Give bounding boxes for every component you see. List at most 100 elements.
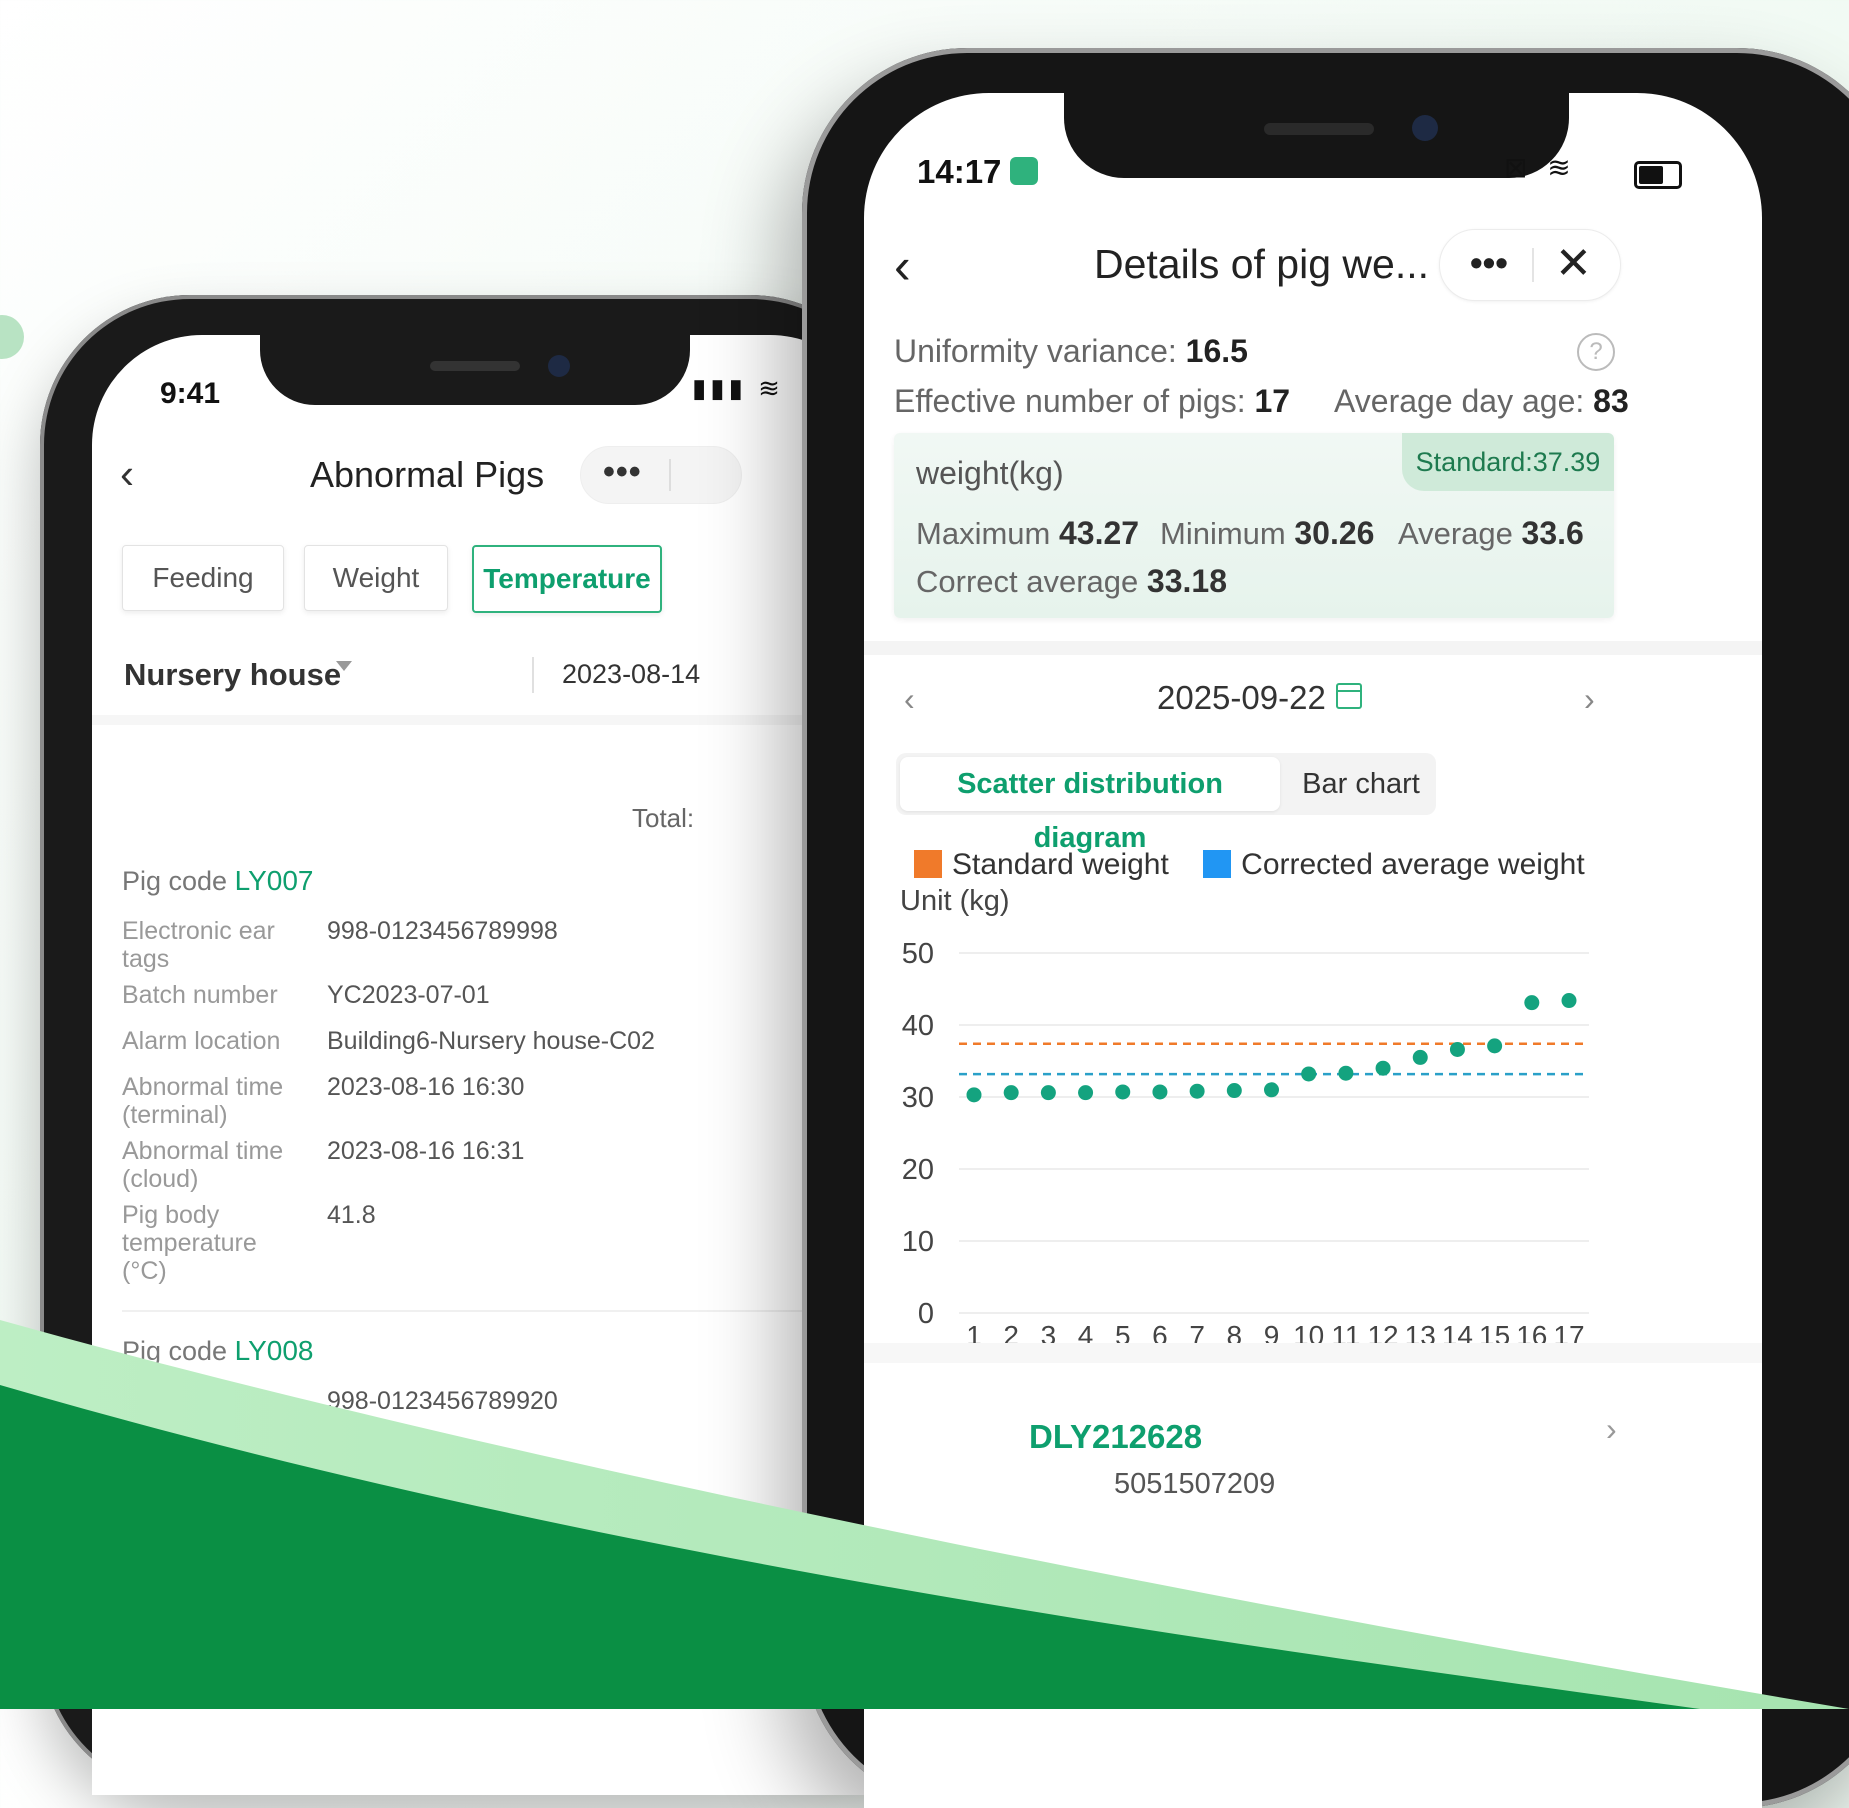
phone-weight-details: 14:17 ⊠ ≋ ‹ Details of pig we... ••• ✕ U… <box>802 48 1849 1808</box>
close-icon[interactable]: ✕ <box>1555 238 1592 289</box>
x-tick-label: 12 <box>1367 1320 1398 1343</box>
date-selector[interactable]: 2023-08-14 <box>562 659 700 690</box>
list-section: DLY212628 › 5051507209 <box>864 1343 1762 1663</box>
field-temperature: Pig body temperature (°C) 41.8 <box>122 1201 376 1285</box>
field-label: Abnormal time (terminal) <box>122 1073 284 1129</box>
calendar-icon[interactable] <box>1336 683 1362 709</box>
y-tick-label: 10 <box>902 1226 934 1258</box>
legend-swatch-standard <box>914 850 942 878</box>
scatter-point <box>966 1087 982 1103</box>
scatter-point <box>1301 1066 1317 1082</box>
capsule-divider <box>669 459 671 491</box>
field-location: house-C02 <box>122 1493 604 1531</box>
scatter-point <box>1449 1041 1465 1057</box>
y-tick-label: 30 <box>902 1082 934 1114</box>
field-value: 2023-08-16 16:31 <box>327 1137 525 1165</box>
card-row-avg: Average 33.6 <box>1398 515 1584 552</box>
chart-type-toggle: Scatter distribution diagram Bar chart <box>896 753 1436 854</box>
max-label: Maximum <box>916 516 1051 551</box>
list-item[interactable]: Pig code LY008 Electronic ear 998-012345… <box>122 1335 604 1531</box>
menu-capsule[interactable]: ••• <box>580 446 742 504</box>
caret-down-icon[interactable] <box>336 661 352 671</box>
pig-code-label: Pig code <box>122 866 228 896</box>
phone-left-screen: 9:41 ▮▮▮ ≋ ‹ Abnormal Pigs ••• Feeding W… <box>92 335 880 1795</box>
house-selector[interactable]: Nursery house <box>124 657 341 693</box>
capsule-divider <box>1532 248 1534 282</box>
field-batch: 20230702 <box>122 1447 448 1485</box>
field-label: Electronic ear <box>122 1387 275 1415</box>
field-label: Abnormal time (cloud) <box>122 1137 284 1193</box>
field-batch: Batch number YC2023-07-01 <box>122 981 490 1019</box>
tab-feeding[interactable]: Feeding <box>122 545 284 611</box>
back-icon[interactable]: ‹ <box>120 450 134 498</box>
filter-divider <box>532 657 534 693</box>
chevron-left-icon[interactable]: ‹ <box>904 681 915 718</box>
scatter-chart: Unit (kg) 0 10 20 30 40 50 1 2 3 4 5 6 7 8 9 10 11 12 13 14 1… <box>864 883 1664 1343</box>
field-value: 998-0123456789920 <box>327 1387 558 1415</box>
field-value: 20230702 <box>337 1447 449 1475</box>
avg-age-label: Average day age: <box>1334 383 1585 419</box>
pig-code-value: DLY212628 <box>1029 1418 1203 1455</box>
scatter-chart-svg: Unit (kg)010203040501 2 3 4 5 6 7 8 9 10 11 12 13 14 1… <box>900 885 1589 1343</box>
card-row-correct-avg: Correct average 33.18 <box>916 563 1227 600</box>
field-value: house-C02 <box>482 1493 605 1521</box>
current-date[interactable]: 2025-09-22 <box>1157 679 1326 717</box>
camera <box>548 355 570 377</box>
y-unit-label: Unit (kg) <box>900 885 1010 917</box>
card-title: weight(kg) <box>916 455 1064 491</box>
list-item[interactable]: DLY212628 › 5051507209 <box>864 1363 1762 1663</box>
x-tick-label: 8 <box>1227 1320 1243 1343</box>
nav-header: ‹ Details of pig we... ••• ✕ <box>864 223 1762 303</box>
weight-summary-card: weight(kg) Standard:37.39 Maximum 43.27 … <box>894 433 1614 618</box>
effective-label: Effective number of pigs: <box>894 383 1246 419</box>
field-value: 2023-08-16 16:30 <box>327 1073 525 1101</box>
menu-capsule[interactable]: ••• ✕ <box>1439 229 1621 301</box>
uniformity-row: Uniformity variance: 16.5 <box>894 333 1248 370</box>
legend-average[interactable]: Corrected average weight <box>1203 848 1585 882</box>
list-item[interactable]: Pig code LY007 Electronic ear tags 998-0… <box>122 865 655 1285</box>
phone-right-screen: 14:17 ⊠ ≋ ‹ Details of pig we... ••• ✕ U… <box>864 93 1762 1808</box>
total-label: Total: <box>632 803 695 833</box>
scatter-point <box>1040 1085 1056 1101</box>
x-tick-label: 7 <box>1189 1320 1205 1343</box>
tab-scatter[interactable]: Scatter distribution diagram <box>900 757 1280 854</box>
tab-weight[interactable]: Weight <box>304 545 448 611</box>
field-value: YC2023-07-01 <box>327 981 490 1009</box>
y-tick-label: 0 <box>918 1298 934 1330</box>
uniformity-label: Uniformity variance: <box>894 333 1177 369</box>
x-tick-label: 6 <box>1152 1320 1168 1343</box>
more-icon[interactable]: ••• <box>1470 242 1508 284</box>
page-title: Abnormal Pigs <box>310 454 545 495</box>
speaker <box>430 361 520 371</box>
back-icon[interactable]: ‹ <box>894 237 911 295</box>
avg-label: Average <box>1398 516 1513 551</box>
legend-average-label: Corrected average weight <box>1241 848 1585 881</box>
scatter-point <box>1264 1082 1279 1098</box>
chevron-right-icon[interactable]: › <box>1606 1411 1617 1448</box>
legend-standard[interactable]: Standard weight <box>914 848 1169 882</box>
x-tick-label: 9 <box>1264 1320 1280 1343</box>
filter-bar: Nursery house 2023-08-14 <box>92 635 880 725</box>
pig-code-label: Pig code <box>122 1336 228 1366</box>
chevron-right-icon[interactable]: › <box>1584 681 1595 718</box>
wifi-icon: ⊠ ≋ <box>1504 152 1577 183</box>
tab-bar-chart[interactable]: Bar chart <box>1286 757 1436 811</box>
field-location: Alarm location Building6-Nursery house-C… <box>122 1027 655 1065</box>
status-time: 9:41 <box>160 377 221 410</box>
record-divider <box>122 1310 880 1312</box>
date-navigator: ‹ 2025-09-22 › <box>864 673 1762 743</box>
section-divider <box>864 641 1762 655</box>
scatter-point <box>1226 1083 1242 1099</box>
avg-age-value: 83 <box>1593 383 1629 419</box>
field-time-terminal: Abnormal time (terminal) 2023-08-16 16:3… <box>122 1073 524 1129</box>
pig-code-row: Pig code LY007 <box>122 865 313 909</box>
x-tick-label: 2 <box>1003 1320 1019 1343</box>
tab-temperature[interactable]: Temperature <box>472 545 662 613</box>
signal-wifi-icon: ▮▮▮ ≋ <box>692 373 784 403</box>
scatter-point <box>1524 995 1540 1011</box>
scatter-point <box>1115 1084 1131 1100</box>
min-label: Minimum <box>1160 516 1286 551</box>
x-tick-label: 1 <box>966 1320 982 1343</box>
help-icon[interactable]: ? <box>1577 333 1615 371</box>
more-icon[interactable]: ••• <box>603 453 642 492</box>
